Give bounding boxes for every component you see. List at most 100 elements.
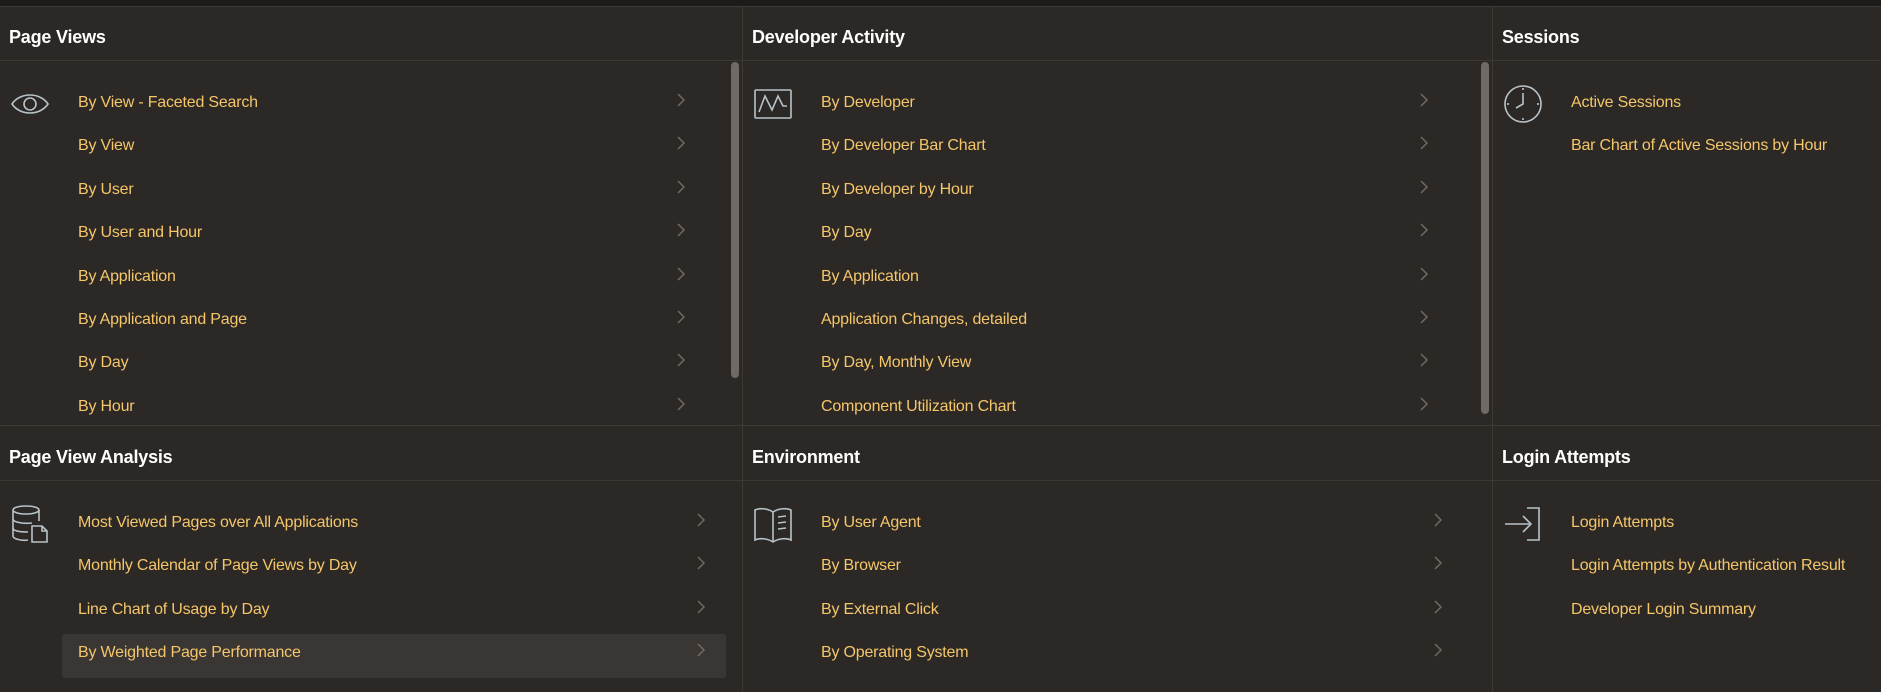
list-item[interactable]: By Browser <box>805 547 1463 590</box>
clock-icon <box>1503 84 1543 124</box>
eye-icon <box>10 84 50 124</box>
list-item[interactable]: By Application and Page <box>62 301 706 344</box>
environment-panel: Environment By User Agent By Browser By Ex… <box>743 426 1493 692</box>
list-item-label: By Application <box>821 267 919 285</box>
panel-title: Page View Analysis <box>9 447 173 467</box>
chevron-right-icon <box>1419 309 1429 325</box>
list-item[interactable]: By User Agent <box>805 504 1463 547</box>
list-item[interactable]: Most Viewed Pages over All Applications <box>62 504 726 547</box>
list-item-label: By View - Faceted Search <box>78 94 258 111</box>
list-item-label: By User and Hour <box>78 224 202 242</box>
chevron-right-icon <box>676 309 686 325</box>
list-item-label: By Developer <box>821 94 915 111</box>
list-item-label: Component Utilization Chart <box>821 397 1016 415</box>
list-item[interactable]: By Day <box>62 344 706 387</box>
chevron-right-icon <box>1419 222 1429 238</box>
page-views-list: By View - Faceted Search By View By User By… <box>62 84 706 425</box>
page-view-analysis-panel: Page View Analysis Most Viewed Pages ove… <box>0 426 743 692</box>
chevron-right-icon <box>676 266 686 282</box>
chevron-right-icon <box>696 512 706 528</box>
list-item[interactable]: By Operating System <box>805 634 1463 677</box>
list-item-label: By Day <box>78 354 129 372</box>
panel-header: Sessions <box>1493 6 1881 61</box>
chevron-right-icon <box>1433 555 1443 571</box>
list-item[interactable]: By External Click <box>805 591 1463 634</box>
list-item-label: By Weighted Page Performance <box>78 644 301 662</box>
activity-chart-icon <box>753 84 793 124</box>
list-item[interactable]: By Day <box>805 214 1449 257</box>
chevron-right-icon <box>1419 396 1429 412</box>
chevron-right-icon <box>676 92 686 108</box>
list-item[interactable]: Component Utilization Chart <box>805 388 1449 425</box>
list-item[interactable]: By Developer by Hour <box>805 171 1449 214</box>
panel-header: Login Attempts <box>1493 426 1881 481</box>
chevron-right-icon <box>1419 352 1429 368</box>
chevron-right-icon <box>1433 642 1443 658</box>
panel-header: Developer Activity <box>743 6 1492 61</box>
list-item[interactable]: By Application <box>62 258 706 301</box>
panel-header: Environment <box>743 426 1492 481</box>
list-item[interactable]: By Developer <box>805 84 1449 127</box>
list-item[interactable]: By Day, Monthly View <box>805 344 1449 387</box>
list-item-label: Login Attempts <box>1571 514 1675 531</box>
list-item-label: By Developer Bar Chart <box>821 137 986 155</box>
chevron-right-icon <box>696 599 706 615</box>
list-item-label: By User Agent <box>821 514 921 531</box>
chevron-right-icon <box>676 179 686 195</box>
chevron-right-icon <box>1433 512 1443 528</box>
list-item[interactable]: Monthly Calendar of Page Views by Day <box>62 547 726 590</box>
database-document-icon <box>10 504 50 544</box>
list-item-label: By Day, Monthly View <box>821 354 972 372</box>
list-item-label: By Application and Page <box>78 310 247 328</box>
list-item-label: Application Changes, detailed <box>821 310 1027 328</box>
panel-title: Sessions <box>1502 27 1580 47</box>
panel-title: Environment <box>752 447 860 467</box>
list-item[interactable]: Application Changes, detailed <box>805 301 1449 344</box>
list-item-label: Login Attempts by Authentication Result <box>1571 557 1846 575</box>
chevron-right-icon <box>1419 179 1429 195</box>
developer-activity-panel: Developer Activity By Developer By Develo… <box>743 6 1493 426</box>
list-item-label: By View <box>78 137 135 155</box>
list-item[interactable]: Line Chart of Usage by Day <box>62 591 726 634</box>
list-item-label: Developer Login Summary <box>1571 600 1756 618</box>
list-item-label: Line Chart of Usage by Day <box>78 600 270 618</box>
chevron-right-icon <box>696 555 706 571</box>
chevron-right-icon <box>1419 92 1429 108</box>
developer-activity-scrollbar[interactable] <box>1481 62 1489 414</box>
list-item-label: By Browser <box>821 557 901 575</box>
list-item[interactable]: By Developer Bar Chart <box>805 127 1449 170</box>
list-item-label: By User <box>78 180 134 198</box>
list-item-label: Monthly Calendar of Page Views by Day <box>78 557 357 575</box>
panel-title: Page Views <box>9 27 106 47</box>
chevron-right-icon <box>1433 599 1443 615</box>
chevron-right-icon <box>676 396 686 412</box>
chevron-right-icon <box>676 352 686 368</box>
developer-activity-list: By Developer By Developer Bar Chart By Dev… <box>805 84 1449 425</box>
chevron-right-icon <box>1419 266 1429 282</box>
sessions-panel: Sessions Active Sessions Bar Chart of Act… <box>1493 6 1881 426</box>
list-item-label: By Application <box>78 267 176 285</box>
list-item-label: By Day <box>821 224 872 242</box>
list-item[interactable]: By View - Faceted Search <box>62 84 706 127</box>
list-item-label: By Developer by Hour <box>821 180 974 198</box>
chevron-right-icon <box>1419 135 1429 151</box>
chevron-right-icon <box>696 642 706 658</box>
panel-title: Developer Activity <box>752 27 905 47</box>
list-item[interactable]: By User and Hour <box>62 214 706 257</box>
login-attempts-panel: Login Attempts Login Attempts Login Attem… <box>1493 426 1881 692</box>
list-item[interactable]: By View <box>62 127 706 170</box>
page-views-scrollbar[interactable] <box>731 62 739 378</box>
page-views-panel: Page Views By View - Faceted Search By Vi… <box>0 6 743 426</box>
list-item-label: Most Viewed Pages over All Applications <box>78 514 359 531</box>
chevron-right-icon <box>676 135 686 151</box>
list-item[interactable]: By Hour <box>62 388 706 425</box>
panel-header: Page View Analysis <box>0 426 742 481</box>
list-item[interactable]: By Application <box>805 258 1449 301</box>
list-item-label: Bar Chart of Active Sessions by Hour <box>1571 137 1828 155</box>
chevron-right-icon <box>676 222 686 238</box>
list-item-label: By Hour <box>78 397 135 415</box>
list-item[interactable]: By User <box>62 171 706 214</box>
panel-title: Login Attempts <box>1502 447 1631 467</box>
list-item[interactable]: By Weighted Page Performance <box>62 634 726 678</box>
page-view-analysis-list: Most Viewed Pages over All Applications M… <box>62 504 726 678</box>
